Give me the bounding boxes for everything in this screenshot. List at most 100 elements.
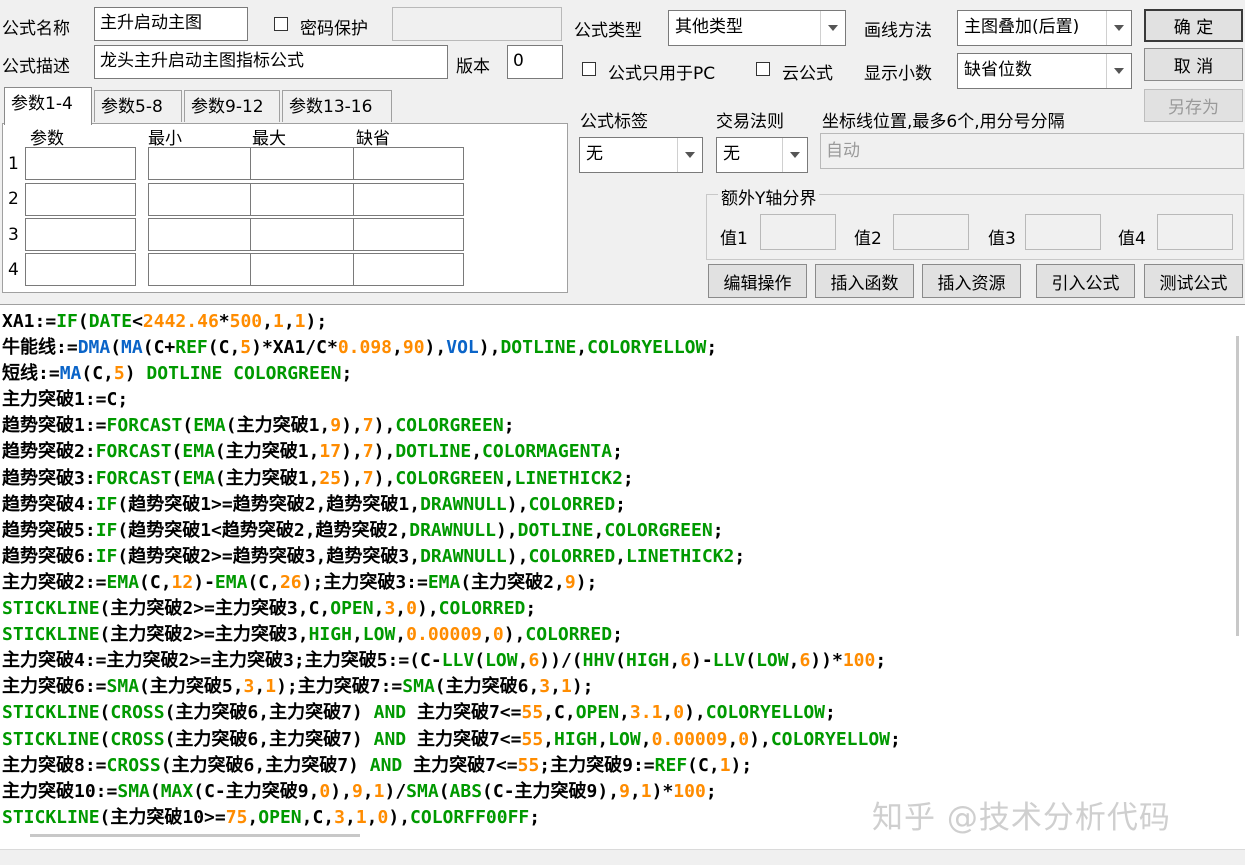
code-token: ),	[506, 545, 529, 567]
extra-y-axis-label: 额外Y轴分界	[718, 184, 820, 209]
axis-position-label: 坐标线位置,最多6个,用分号分隔	[822, 112, 1065, 132]
code-token: HHV	[582, 650, 616, 672]
decimals-select[interactable]: 缺省位数	[957, 53, 1132, 89]
formula-type-select[interactable]: 其他类型	[668, 10, 846, 46]
ok-button[interactable]: 确 定	[1144, 9, 1243, 42]
draw-method-select[interactable]: 主图叠加(后置)	[957, 10, 1132, 46]
param1-name-input[interactable]	[25, 147, 136, 180]
param2-name-input[interactable]	[25, 183, 136, 216]
code-token: ,	[362, 780, 374, 802]
code-token: 3	[334, 806, 345, 828]
code-token: ;	[612, 441, 623, 463]
code-token: );	[571, 676, 594, 698]
code-token: DOTLINE	[500, 337, 577, 359]
code-token: 75	[225, 806, 248, 828]
chevron-down-icon[interactable]	[1106, 11, 1131, 45]
code-token: (	[615, 650, 626, 672]
cloud-checkbox[interactable]	[756, 62, 770, 76]
code-token: 5	[240, 337, 252, 359]
param2-min-input[interactable]	[148, 183, 259, 216]
param-row-index: 2	[8, 189, 19, 209]
watermark: 知乎 @技术分析代码	[872, 800, 1171, 836]
formula-desc-input[interactable]: 龙头主升启动主图指标公式	[94, 45, 448, 79]
value3-input[interactable]	[1025, 214, 1101, 250]
formula-code-editor[interactable]: XA1:=IF(DATE<2442.46*500,1,1); 牛能线:=DMA(M…	[0, 304, 1245, 850]
code-token: ),	[684, 702, 706, 724]
insert-resource-button[interactable]: 插入资源	[922, 264, 1021, 298]
code-token: (C,	[139, 571, 172, 593]
param-row-index: 1	[8, 154, 19, 174]
param4-default-input[interactable]	[353, 253, 464, 286]
vertical-scrollbar[interactable]	[1236, 336, 1239, 636]
code-token: (	[182, 415, 194, 437]
code-token: ),	[373, 467, 396, 489]
formula-tag-select[interactable]: 无	[579, 137, 703, 173]
tab-params-13-16[interactable]: 参数13-16	[282, 90, 392, 122]
pc-only-checkbox[interactable]	[582, 62, 596, 76]
code-token: ),	[424, 337, 447, 359]
chevron-down-icon[interactable]	[820, 11, 845, 45]
param1-default-input[interactable]	[353, 147, 464, 180]
value1-input[interactable]	[760, 214, 836, 250]
chevron-down-icon[interactable]	[782, 138, 807, 172]
param4-max-input[interactable]	[250, 253, 361, 286]
code-token: ;	[529, 806, 541, 828]
code-token: 0	[673, 702, 685, 724]
trade-rule-select[interactable]: 无	[716, 137, 808, 173]
tab-params-5-8[interactable]: 参数5-8	[94, 90, 182, 122]
param3-default-input[interactable]	[353, 218, 464, 251]
code-text[interactable]: XA1:=IF(DATE<2442.46*500,1,1); 牛能线:=DMA(M…	[2, 309, 1232, 831]
param3-min-input[interactable]	[148, 218, 259, 251]
code-token: 1	[560, 676, 572, 698]
code-token: 500	[229, 311, 263, 332]
value4-input[interactable]	[1157, 214, 1233, 250]
axis-position-input[interactable]: 自动	[820, 133, 1244, 169]
chevron-down-icon[interactable]	[677, 138, 702, 172]
param2-default-input[interactable]	[353, 183, 464, 216]
code-token: 1	[294, 311, 306, 332]
horizontal-scrollbar-thumb[interactable]	[30, 834, 360, 837]
password-input[interactable]	[392, 7, 562, 41]
param1-max-input[interactable]	[250, 147, 361, 180]
code-token: <	[132, 311, 143, 332]
code-token: ),	[388, 806, 411, 828]
import-formula-button[interactable]: 引入公式	[1036, 264, 1135, 298]
save-as-button[interactable]: 另存为	[1144, 89, 1243, 122]
code-line: 主力突破1:=C;	[2, 387, 1232, 413]
code-token: 1	[355, 806, 367, 828]
password-checkbox[interactable]	[274, 17, 288, 31]
test-formula-button[interactable]: 测试公式	[1144, 264, 1243, 298]
horizontal-scrollbar[interactable]	[0, 849, 1245, 865]
code-token: ,C,	[543, 702, 576, 724]
code-token: DRAWNULL	[420, 493, 507, 515]
code-token: 趋势突破6:	[2, 545, 96, 567]
code-token: (C+	[142, 337, 176, 359]
tab-params-1-4[interactable]: 参数1-4	[4, 87, 92, 125]
code-line: 短线:=MA(C,5) DOTLINE COLORGREEN;	[2, 361, 1232, 387]
value3-label: 值3	[988, 229, 1016, 249]
insert-function-button[interactable]: 插入函数	[815, 264, 914, 298]
chevron-down-icon[interactable]	[1106, 54, 1131, 88]
formula-name-input[interactable]: 主升启动主图	[94, 7, 248, 41]
code-token: ;	[503, 415, 515, 437]
param4-min-input[interactable]	[148, 253, 259, 286]
param3-name-input[interactable]	[25, 218, 136, 251]
param2-max-input[interactable]	[250, 183, 361, 216]
param4-name-input[interactable]	[25, 253, 136, 286]
param1-min-input[interactable]	[148, 147, 259, 180]
code-token: (主力突破6,主力突破7)	[164, 702, 374, 724]
cancel-button[interactable]: 取 消	[1144, 48, 1243, 81]
param3-max-input[interactable]	[250, 218, 361, 251]
code-token: 7	[362, 415, 374, 437]
code-token: 1	[640, 780, 652, 802]
param-header-name: 参数	[30, 129, 64, 149]
code-token: ;	[622, 467, 634, 489]
code-token: ;	[712, 519, 724, 541]
code-line: STICKLINE(主力突破2>=主力突破3,C,OPEN,3,0),COLOR…	[2, 596, 1232, 622]
tab-params-9-12[interactable]: 参数9-12	[184, 90, 280, 122]
code-token: XA1:=	[2, 311, 57, 332]
value2-input[interactable]	[893, 214, 969, 250]
edit-operation-button[interactable]: 编辑操作	[708, 264, 807, 298]
version-input[interactable]: 0	[507, 45, 563, 79]
code-token: ),	[416, 598, 439, 620]
